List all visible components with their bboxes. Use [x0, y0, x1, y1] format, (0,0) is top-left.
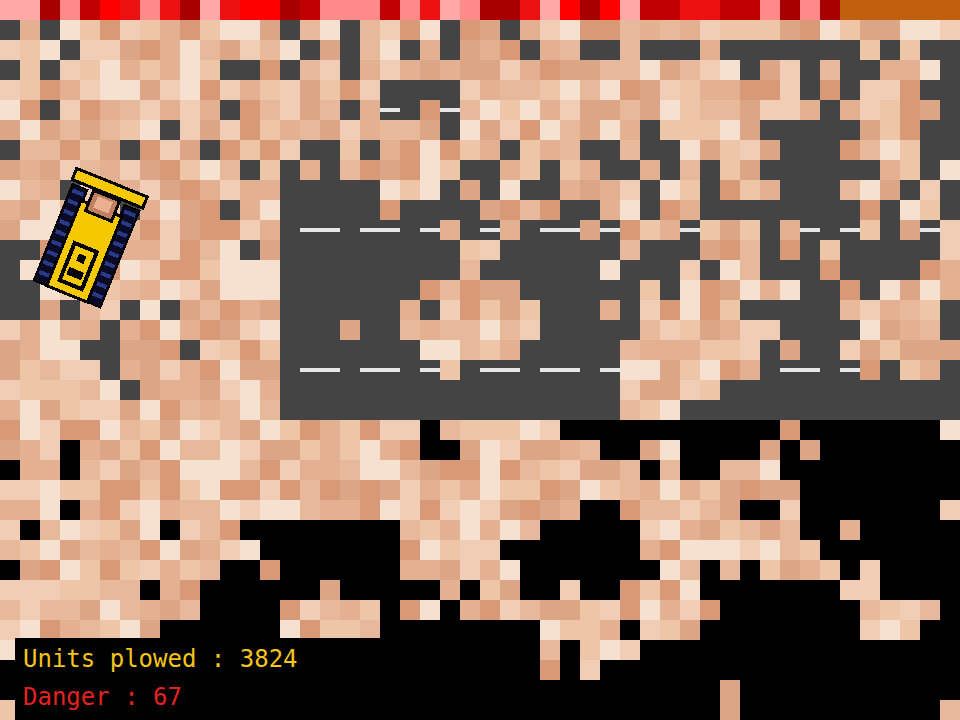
danger-bar-segment — [20, 0, 40, 20]
danger-bar-segment — [380, 0, 400, 20]
danger-bar-segment — [80, 0, 100, 20]
danger-bar-segment — [260, 0, 280, 20]
danger-bar-segment — [720, 0, 740, 20]
danger-bar-segment — [560, 0, 580, 20]
danger-bar-segment — [640, 0, 660, 20]
danger-bar-segment — [240, 0, 260, 20]
hud-stat: Units plowed : 3824 — [23, 644, 430, 674]
danger-bar-segment — [620, 0, 640, 20]
danger-bar-segment — [300, 0, 320, 20]
danger-bar-segment — [400, 0, 420, 20]
danger-bar-segment — [420, 0, 440, 20]
danger-bar-segment — [360, 0, 380, 20]
danger-bar-segment — [340, 0, 360, 20]
danger-bar-segment — [120, 0, 140, 20]
danger-bar-segment — [460, 0, 480, 20]
danger-bar-segment — [0, 0, 20, 20]
danger-bar-segment — [40, 0, 60, 20]
danger-bar-segment — [780, 0, 800, 20]
danger-bar-segment — [540, 0, 560, 20]
game-screen: Units plowed : 3824 Danger : 67 — [0, 0, 960, 720]
danger-bar-segment — [480, 0, 500, 20]
lane-markings — [300, 108, 940, 372]
danger-bar-segment — [500, 0, 520, 20]
terrain-map — [0, 20, 960, 720]
hud-stat: Danger : 67 — [23, 682, 430, 712]
danger-bar-segment — [100, 0, 120, 20]
terrain-tiles — [0, 20, 960, 720]
danger-bar-segment — [440, 0, 460, 20]
danger-bar — [0, 0, 960, 20]
danger-bar-segment — [320, 0, 340, 20]
hud: Units plowed : 3824 Danger : 67 — [15, 638, 440, 720]
bulldozer — [32, 168, 147, 308]
danger-bar-segment — [820, 0, 840, 20]
danger-bar-segment — [160, 0, 180, 20]
danger-bar-fill — [0, 0, 840, 20]
danger-bar-segment — [760, 0, 780, 20]
play-field[interactable]: Units plowed : 3824 Danger : 67 — [0, 20, 960, 720]
danger-bar-segment — [220, 0, 240, 20]
danger-bar-segment — [580, 0, 600, 20]
danger-bar-segment — [680, 0, 700, 20]
danger-bar-segment — [660, 0, 680, 20]
danger-bar-segment — [60, 0, 80, 20]
danger-bar-segment — [280, 0, 300, 20]
danger-bar-segment — [740, 0, 760, 20]
danger-bar-segment — [800, 0, 820, 20]
danger-bar-segment — [180, 0, 200, 20]
danger-bar-segment — [600, 0, 620, 20]
danger-bar-segment — [200, 0, 220, 20]
danger-bar-segment — [520, 0, 540, 20]
danger-bar-segment — [700, 0, 720, 20]
danger-bar-segment — [140, 0, 160, 20]
